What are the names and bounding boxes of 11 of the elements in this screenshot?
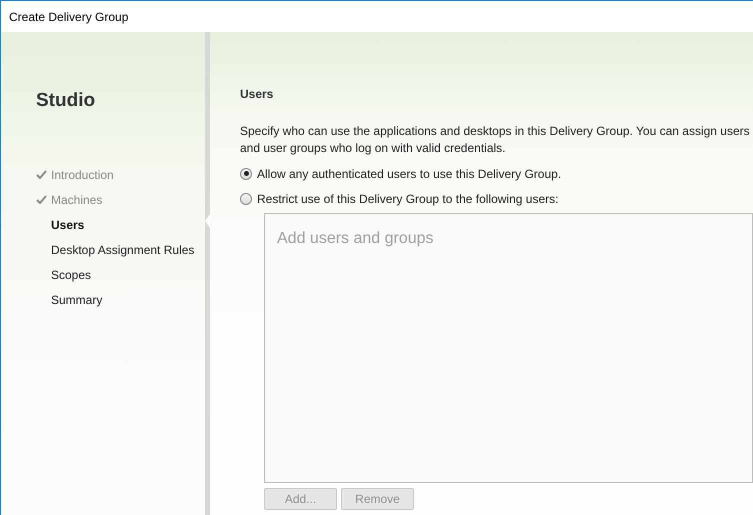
radio-label[interactable]: Restrict use of this Delivery Group to the following users: — [257, 192, 558, 206]
page-heading: Users — [240, 87, 274, 101]
radio-label[interactable]: Allow any authenticated users to use this Delivery Group. — [257, 166, 562, 180]
list-placeholder: Add users and groups — [277, 230, 434, 247]
wizard-step[interactable]: Desktop Assignment Rules — [51, 242, 194, 256]
wizard-step[interactable]: Users — [51, 218, 84, 232]
wizard-step[interactable]: Scopes — [51, 268, 92, 282]
window-title: Create Delivery Group — [9, 10, 128, 24]
wizard-step[interactable]: Summary — [51, 292, 102, 306]
description-text: Specify who can use the applications and desktops in this Delivery Group. You can assign users and user groups who log on with valid credentials. — [240, 123, 750, 157]
sidebar-title: Studio — [36, 90, 96, 112]
